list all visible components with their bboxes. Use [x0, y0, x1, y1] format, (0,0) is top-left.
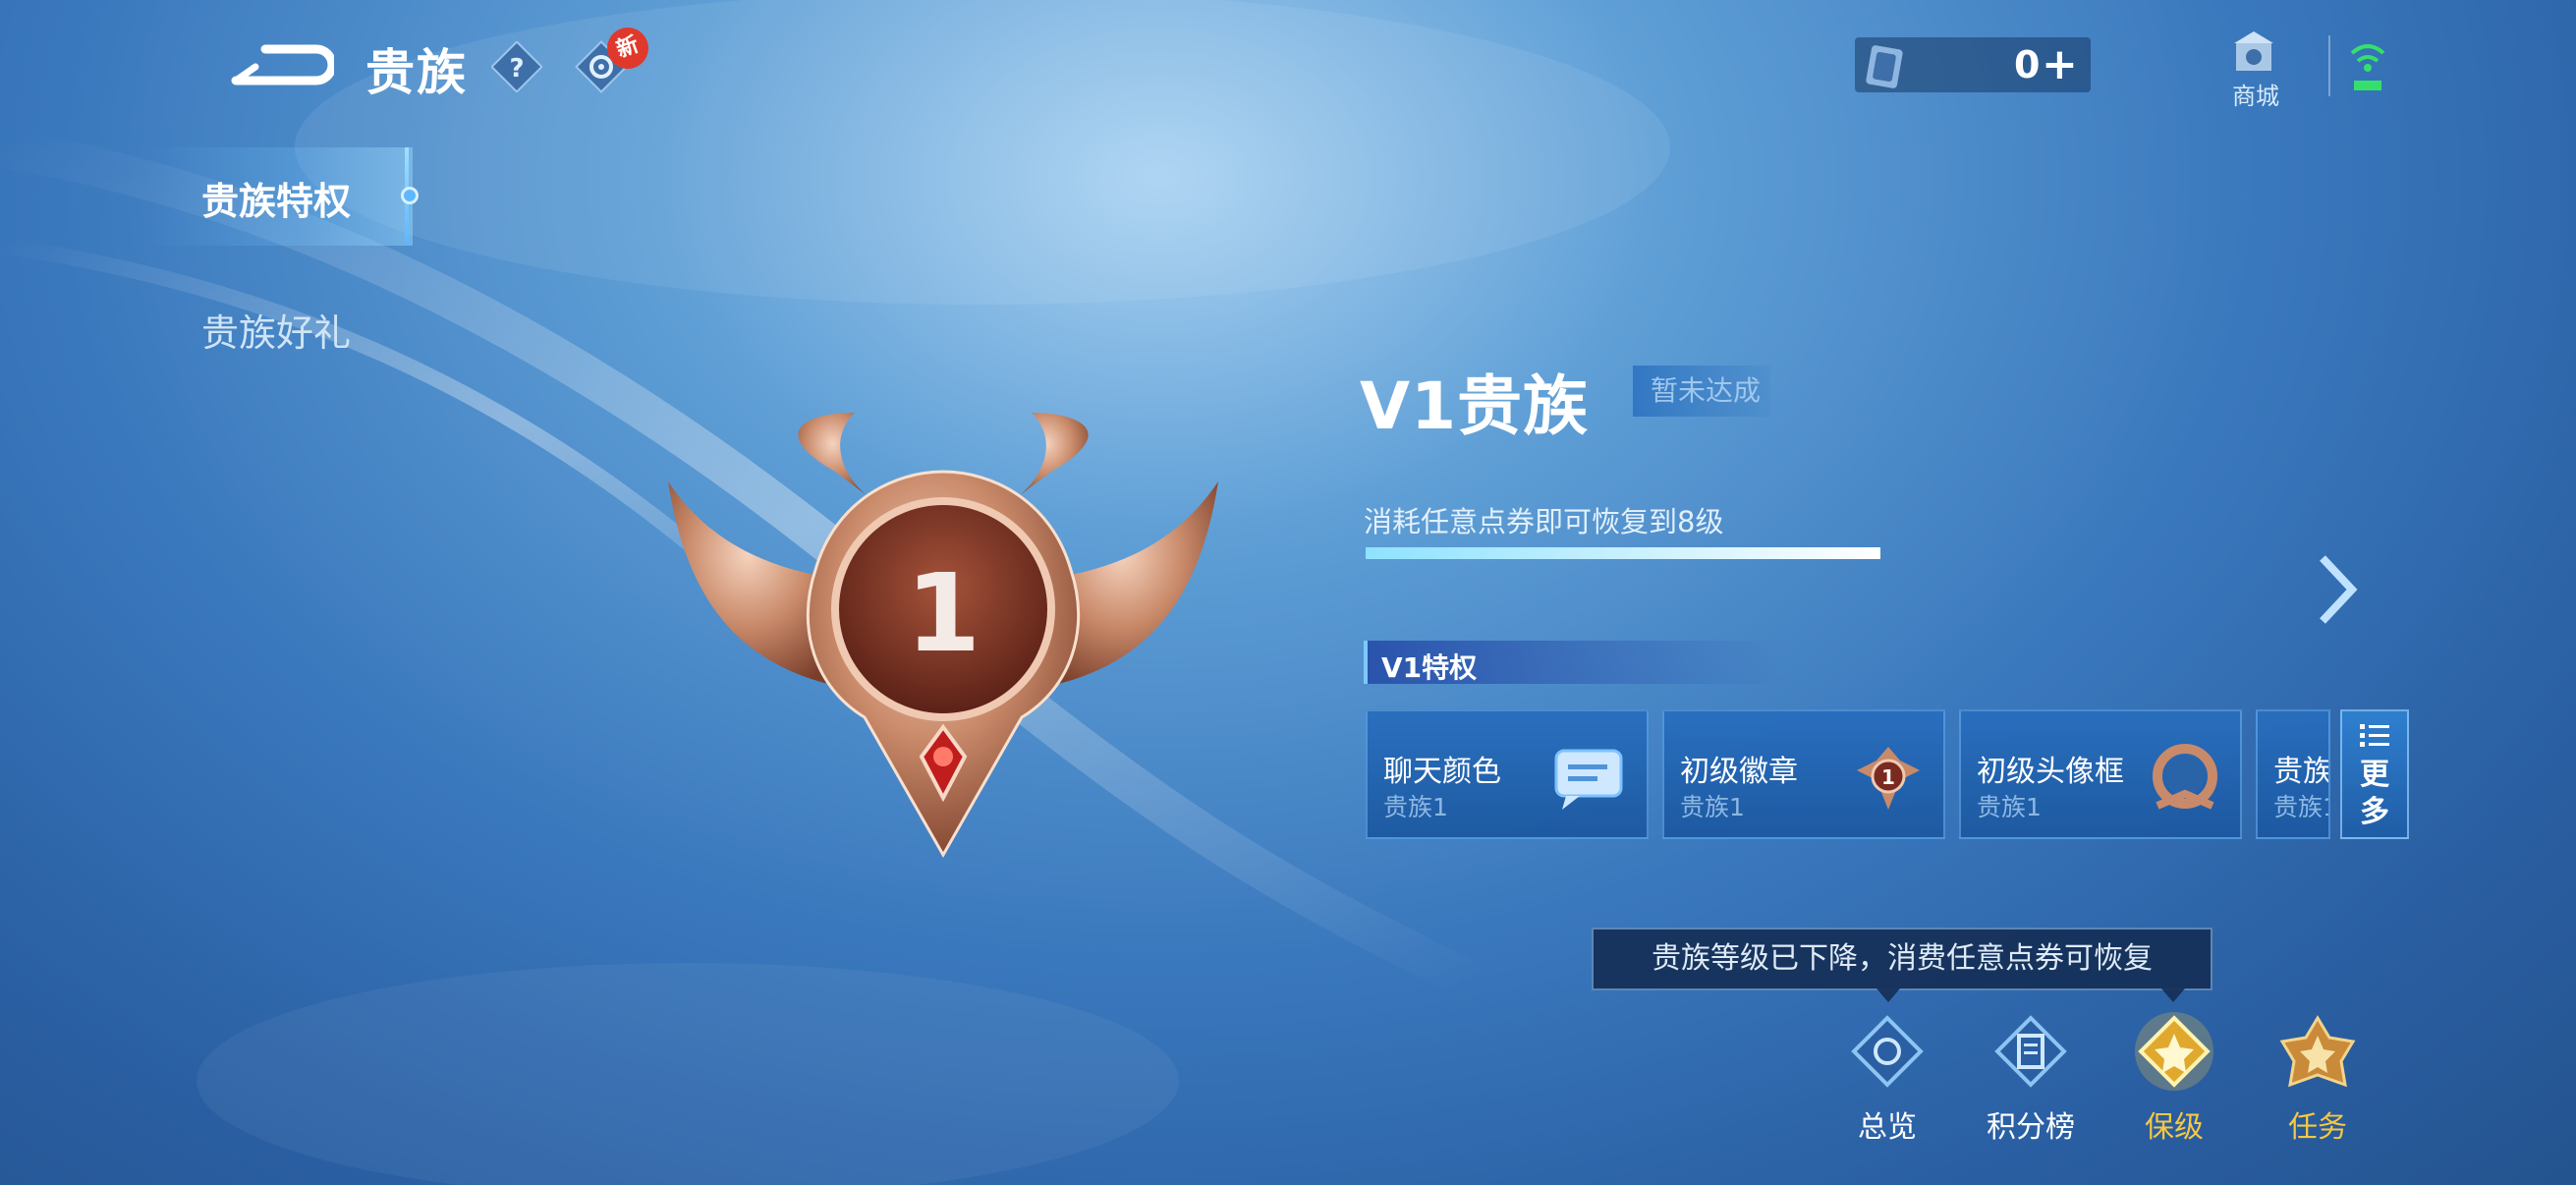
- badge-level-number: 1: [906, 550, 981, 676]
- page-title: 贵族: [365, 44, 468, 101]
- tasks-icon: [2279, 1015, 2356, 1088]
- nav-label: 任务: [2288, 1110, 2347, 1145]
- card-sub: 贵族1: [1383, 793, 1448, 821]
- status-badge: 暂未达成: [1633, 366, 1770, 417]
- card-sub: 贵族1: [2273, 793, 2328, 821]
- add-currency-button[interactable]: +: [2042, 43, 2078, 86]
- noble-level-badge: 1: [668, 413, 1218, 859]
- bottom-nav-keep-level[interactable]: 保级: [2120, 1012, 2228, 1159]
- leaderboard-icon: [1994, 1015, 2067, 1088]
- nav-label: 保级: [2145, 1110, 2204, 1145]
- nav-label: 积分榜: [1987, 1110, 2075, 1145]
- level-drop-tooltip: 贵族等级已下降，消费任意点券可恢复: [1592, 928, 2212, 990]
- bottom-nav-leaderboard[interactable]: 积分榜: [1977, 1012, 2085, 1159]
- chat-bubble-icon: [1554, 749, 1623, 810]
- tooltip-arrow: [1876, 988, 1900, 1002]
- back-icon[interactable]: [226, 37, 334, 88]
- privilege-card-avatar-frame[interactable]: 初级头像框 贵族1: [1959, 709, 2242, 839]
- svg-text:1: 1: [1881, 765, 1895, 789]
- privilege-section-header: V1特权: [1364, 641, 1780, 684]
- svg-text:?: ?: [509, 54, 524, 84]
- badge-icon: 1: [1857, 747, 1920, 810]
- sidebar-item-privileges[interactable]: 贵族特权: [201, 171, 351, 225]
- chevron-right-icon[interactable]: [2309, 550, 2364, 629]
- card-sub: 贵族1: [1977, 793, 2042, 821]
- privilege-card-partial[interactable]: 贵族 贵族1: [2256, 709, 2330, 839]
- list-icon: [2360, 724, 2389, 747]
- privilege-card-badge[interactable]: 初级徽章 贵族1 1: [1662, 709, 1945, 839]
- shop-label[interactable]: 商城: [2216, 77, 2295, 111]
- help-icon[interactable]: ?: [491, 41, 542, 92]
- card-name: 初级头像框: [1977, 755, 2124, 789]
- bottom-nav-tasks[interactable]: 任务: [2264, 1012, 2372, 1159]
- overview-icon: [1851, 1015, 1924, 1088]
- card-sub: 贵族1: [1680, 793, 1745, 821]
- card-name: 初级徽章: [1680, 755, 1798, 789]
- tooltip-arrow: [2161, 988, 2185, 1002]
- more-label-2: 多: [2360, 795, 2389, 829]
- shop-icon[interactable]: [2226, 26, 2281, 77]
- restore-hint: 消耗任意点券即可恢复到8级: [1364, 505, 1724, 538]
- section-label: V1特权: [1381, 651, 1478, 684]
- keep-level-icon: [2135, 1012, 2213, 1091]
- card-name: 聊天颜色: [1383, 755, 1501, 789]
- wifi-icon: [2350, 44, 2385, 90]
- progress-fill: [1366, 547, 1880, 559]
- more-privileges-button[interactable]: 更多: [2340, 709, 2409, 839]
- card-name: 贵族: [2273, 755, 2330, 789]
- more-label-1: 更: [2360, 758, 2389, 792]
- currency-value: 0: [2014, 43, 2041, 86]
- sidebar-active-dot: [401, 187, 419, 204]
- sidebar-item-gifts[interactable]: 贵族好礼: [201, 303, 351, 357]
- privilege-card-chat-color[interactable]: 聊天颜色 贵族1: [1366, 709, 1649, 839]
- bottom-nav-overview[interactable]: 总览: [1833, 1012, 1941, 1159]
- nav-label: 总览: [1858, 1110, 1917, 1145]
- avatar-frame-icon: [2153, 744, 2217, 810]
- ticket-icon: [1866, 45, 1903, 88]
- divider: [2328, 35, 2330, 96]
- noble-level-title: V1贵族: [1360, 368, 1590, 444]
